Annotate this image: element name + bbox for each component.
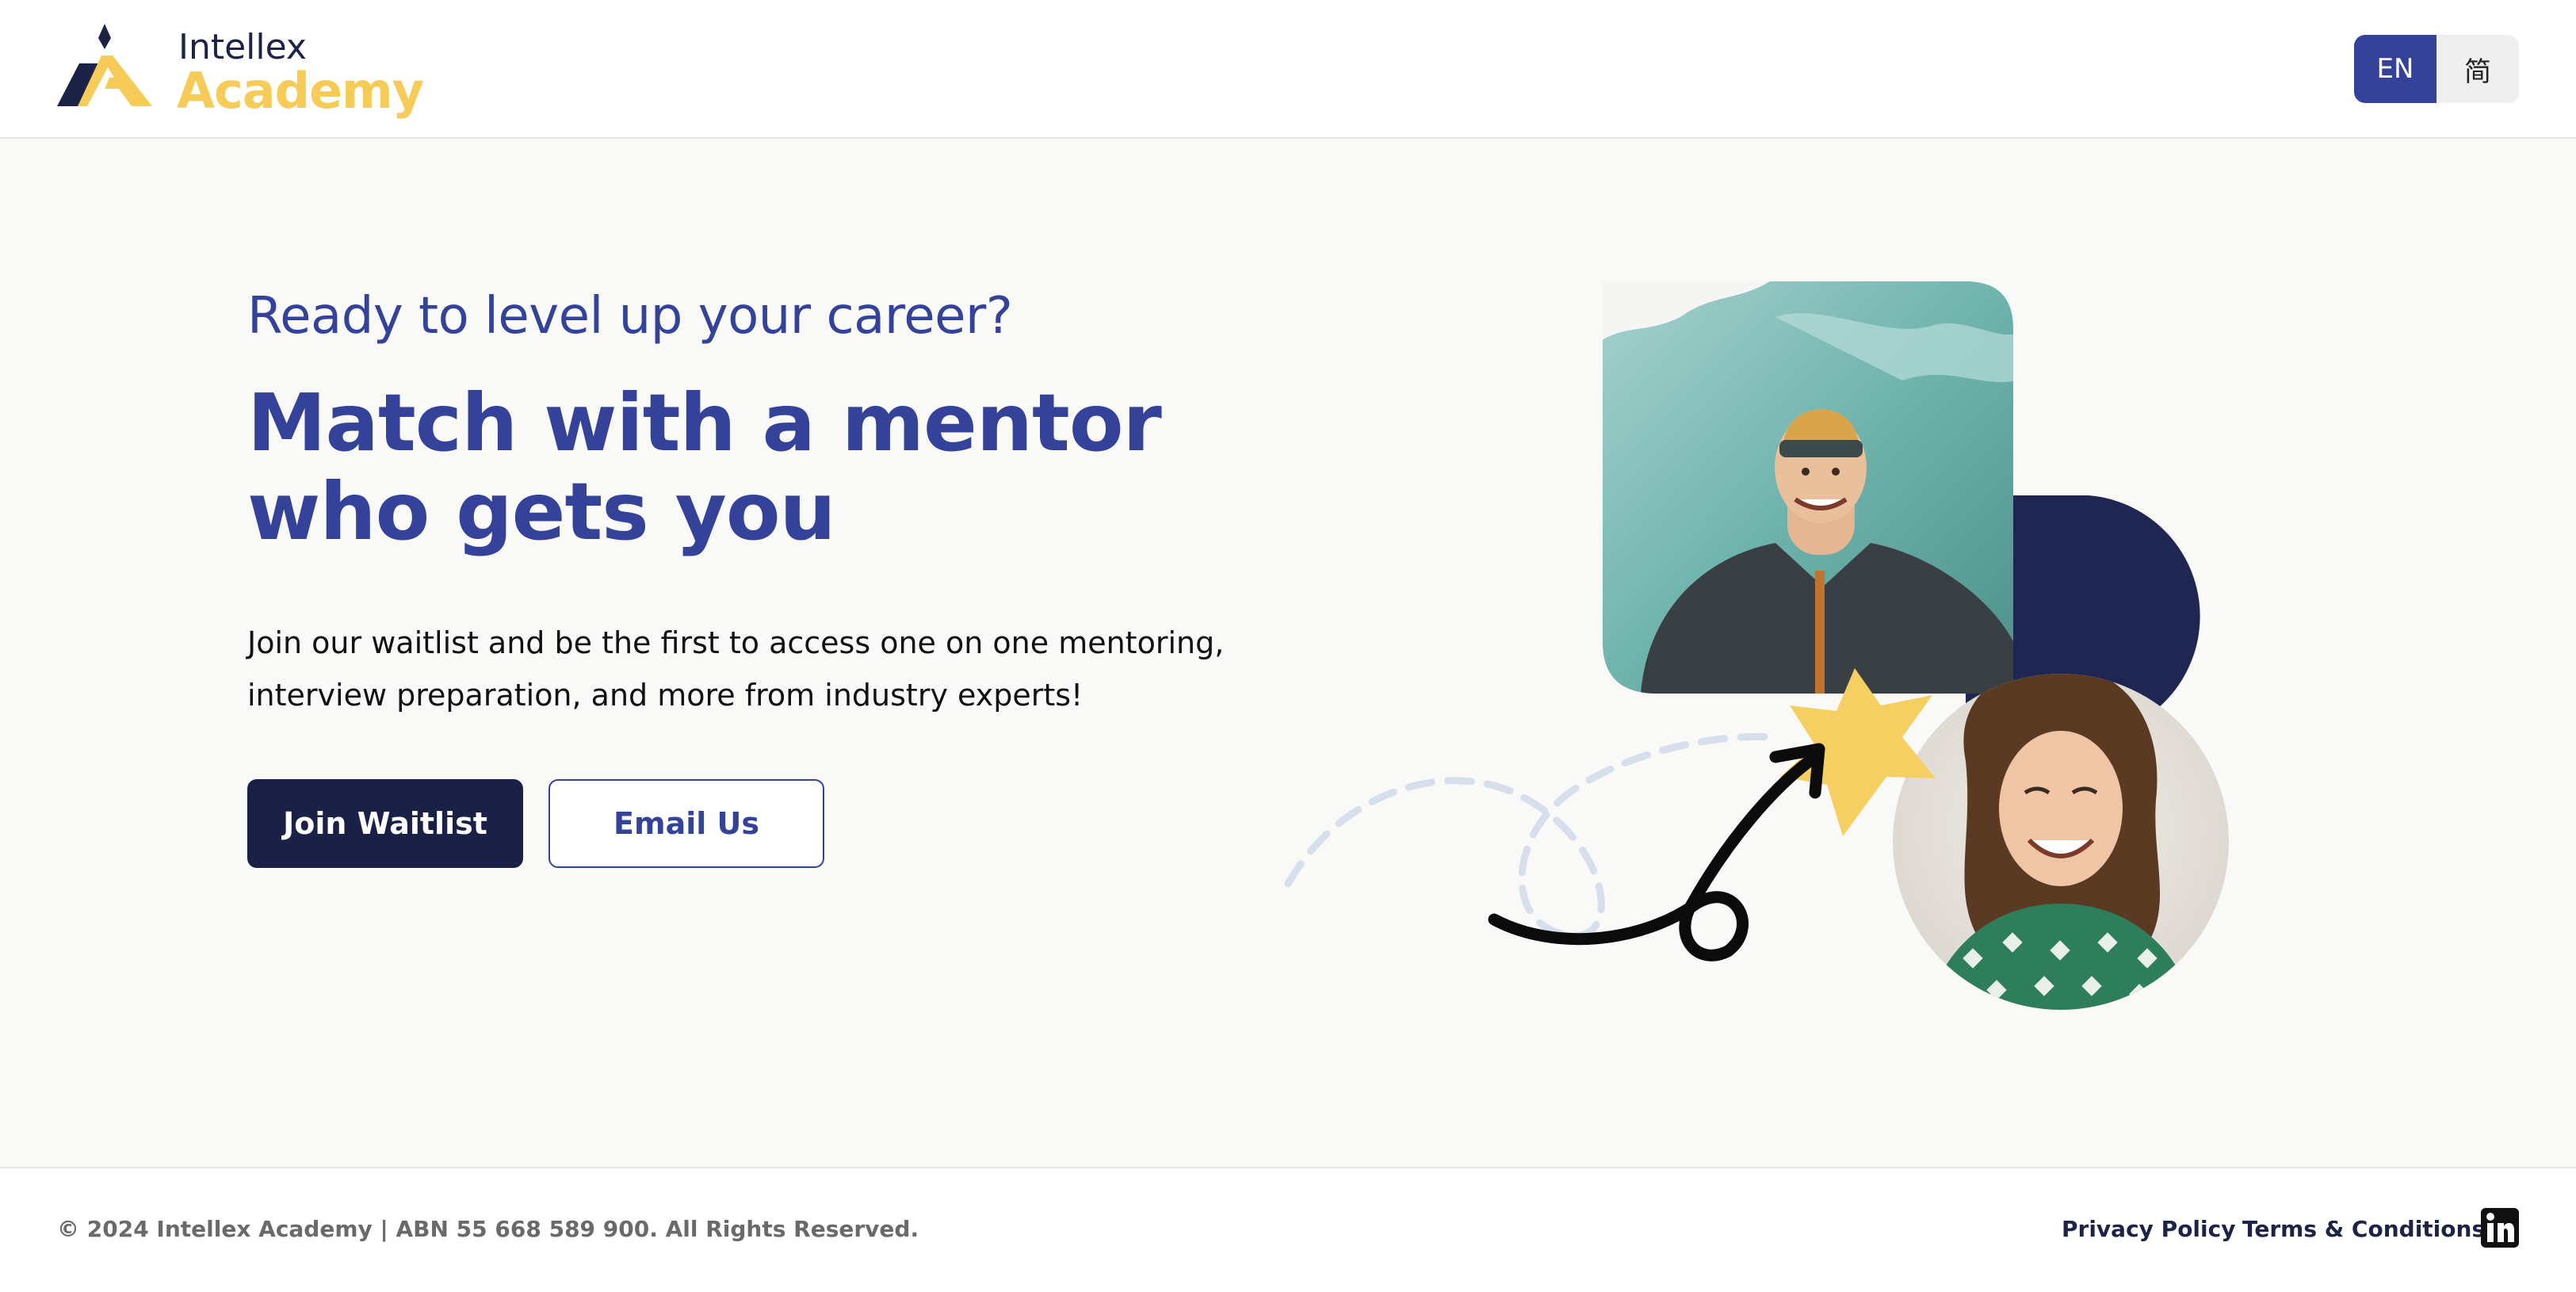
site-header: Intellex Academy EN 简: [0, 0, 2576, 139]
footer-copyright: © 2024 Intellex Academy | ABN 55 668 589…: [57, 1216, 919, 1242]
join-waitlist-button[interactable]: Join Waitlist: [247, 779, 523, 868]
terms-conditions-link[interactable]: Terms & Conditions: [2242, 1216, 2485, 1242]
lang-option-en[interactable]: EN: [2354, 35, 2436, 103]
linkedin-icon[interactable]: [2481, 1208, 2519, 1248]
lang-option-zh[interactable]: 简: [2436, 35, 2519, 103]
site-footer: © 2024 Intellex Academy | ABN 55 668 589…: [0, 1167, 2576, 1292]
email-us-button[interactable]: Email Us: [548, 779, 824, 868]
mentor-photo-woman: [1893, 674, 2229, 1010]
brand-logo[interactable]: Intellex Academy: [55, 24, 424, 120]
logo-mark-icon: [57, 24, 152, 106]
hero-illustration: [1284, 281, 2229, 1010]
language-switcher: EN 简: [2354, 35, 2519, 103]
mentor-photo-man: [1603, 281, 2013, 694]
hero-kicker: Ready to level up your career?: [247, 287, 1013, 346]
brand-name-line2: Academy: [177, 62, 424, 120]
hero-subtext: Join our waitlist and be the first to ac…: [247, 625, 1225, 713]
hero-headline: Match with a mentor who gets you: [247, 377, 1162, 558]
privacy-policy-link[interactable]: Privacy Policy: [2062, 1216, 2235, 1242]
